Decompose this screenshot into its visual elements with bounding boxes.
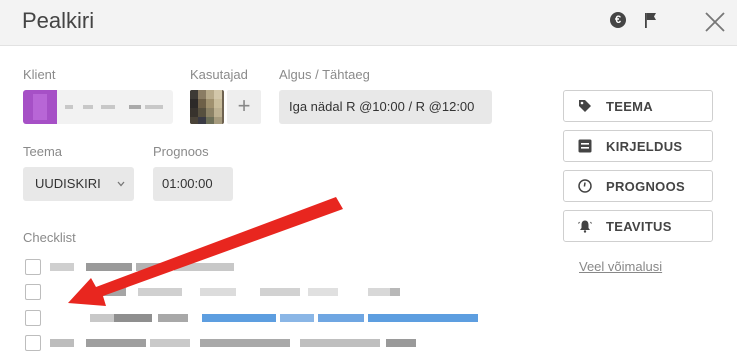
checklist-checkbox[interactable] [25, 310, 41, 326]
modal-header: Pealkiri € [0, 0, 737, 46]
checklist-checkbox[interactable] [25, 284, 41, 300]
start-due-field[interactable]: Iga nädal R @10:00 / R @12:00 [279, 90, 492, 124]
forecast-label: Prognoos [153, 144, 209, 159]
theme-select[interactable]: UUDISKIRI [23, 167, 134, 201]
forecast-button-label: PROGNOOS [606, 179, 685, 194]
theme-button-label: TEEMA [606, 99, 653, 114]
description-button[interactable]: KIRJELDUS [563, 130, 713, 162]
euro-icon[interactable]: € [610, 12, 626, 28]
user-avatar[interactable] [190, 90, 224, 124]
tag-icon [579, 100, 591, 112]
forecast-button[interactable]: PROGNOOS [563, 170, 713, 202]
bell-icon [578, 220, 592, 233]
chevron-down-icon [117, 181, 125, 187]
checklist-checkbox[interactable] [25, 259, 41, 275]
task-title[interactable]: Pealkiri [22, 8, 94, 34]
client-avatar [23, 90, 57, 124]
add-user-button[interactable]: + [227, 90, 261, 124]
description-button-label: KIRJELDUS [606, 139, 683, 154]
client-label: Klient [23, 67, 56, 82]
close-icon[interactable] [704, 11, 726, 33]
theme-button[interactable]: TEEMA [563, 90, 713, 122]
theme-label: Teema [23, 144, 63, 159]
client-field[interactable] [23, 90, 173, 124]
checklist-checkbox[interactable] [25, 335, 41, 351]
clock-icon [578, 179, 592, 193]
checklist-label: Checklist [23, 230, 76, 245]
flag-icon[interactable] [644, 12, 658, 28]
users-label: Kasutajad [190, 67, 248, 82]
notification-button-label: TEAVITUS [606, 219, 672, 234]
forecast-field[interactable]: 01:00:00 [153, 167, 233, 201]
description-icon [578, 139, 592, 153]
more-options-link[interactable]: Veel võimalusi [579, 259, 662, 274]
theme-select-value: UUDISKIRI [35, 176, 101, 191]
notification-button[interactable]: TEAVITUS [563, 210, 713, 242]
start-due-label: Algus / Tähtaeg [279, 67, 370, 82]
